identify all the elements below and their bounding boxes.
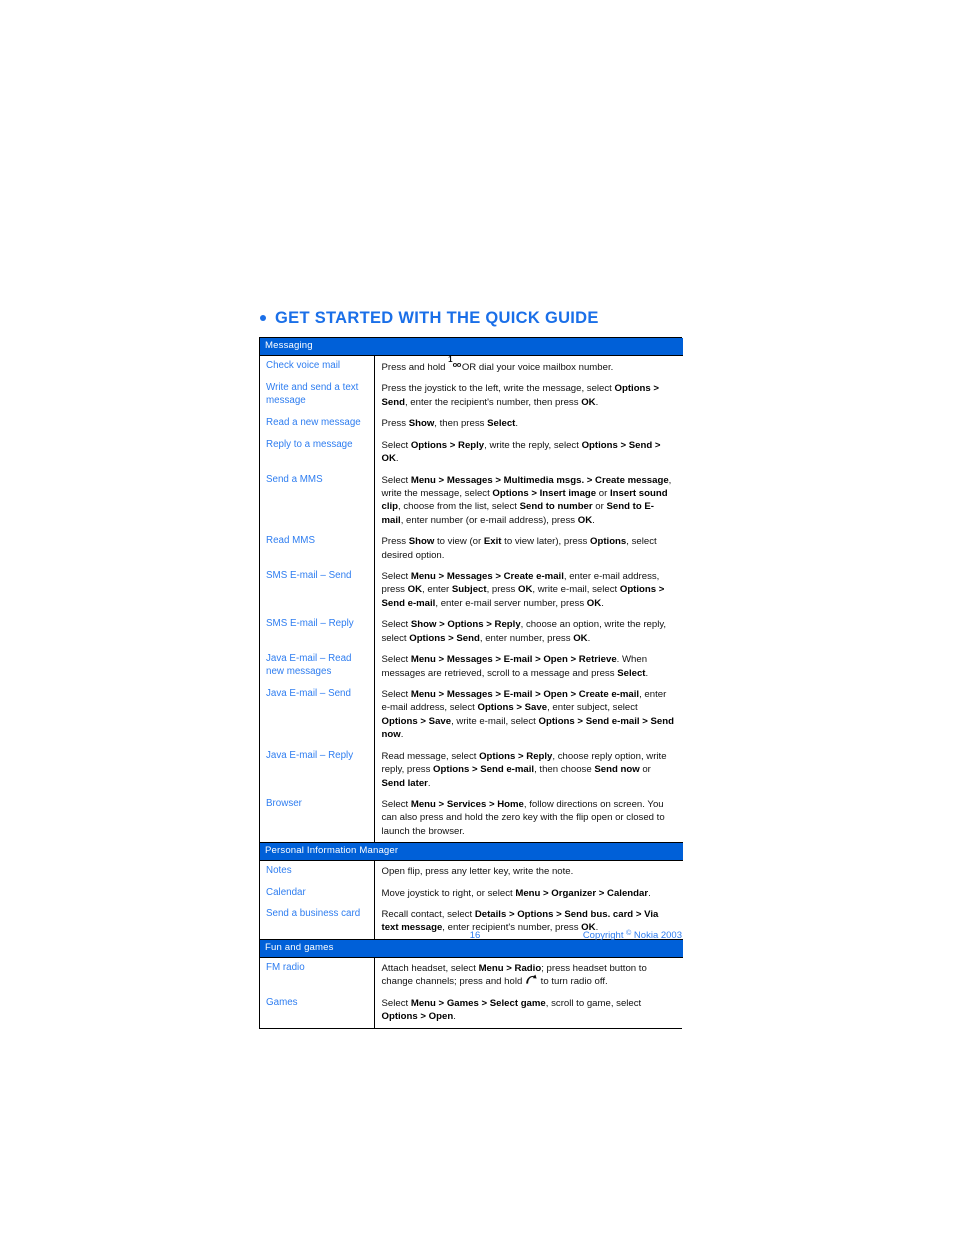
row-label: Notes (260, 860, 375, 883)
row-instruction: Select Menu > Messages > Multimedia msgs… (374, 469, 683, 532)
row-label: SMS E-mail – Send (260, 566, 375, 615)
row-label: Reply to a message (260, 434, 375, 470)
section-header-label: Personal Information Manager (260, 842, 683, 862)
row-instruction: Select Menu > Messages > Create e-mail, … (374, 566, 683, 615)
section-header-row: Messaging (260, 338, 683, 356)
table-row: Write and send a text message Press the j… (260, 378, 683, 414)
row-instruction: Select Menu > Messages > E-mail > Open >… (374, 684, 683, 746)
row-label: Java E-mail – Read new messages (260, 649, 375, 684)
row-instruction: Select Show > Options > Reply, choose an… (374, 614, 683, 650)
row-instruction: Press the joystick to the left, write th… (374, 378, 683, 414)
row-instruction: Select Menu > Messages > E-mail > Open >… (374, 649, 683, 684)
table-row: Reply to a message Select Options > Reply… (260, 434, 683, 470)
row-label: Games (260, 992, 375, 1028)
table-row: SMS E-mail – Reply Select Show > Options … (260, 614, 683, 650)
row-label: FM radio (260, 957, 375, 993)
row-instruction: Attach headset, select Menu > Radio; pre… (374, 957, 683, 993)
row-instruction: Select Options > Reply, write the reply,… (374, 434, 683, 470)
table-row: Browser Select Menu > Services > Home, fo… (260, 793, 683, 843)
table-row: Send a MMS Select Menu > Messages > Multi… (260, 469, 683, 532)
table-row: Java E-mail – Reply Read message, select … (260, 745, 683, 794)
row-label: Write and send a text message (260, 378, 375, 414)
row-label: Browser (260, 793, 375, 843)
row-instruction: Press Show to view (or Exit to view late… (374, 531, 683, 567)
row-label: Calendar (260, 882, 375, 905)
row-instruction: Select Menu > Services > Home, follow di… (374, 793, 683, 843)
table-row: Check voice mail Press and hold 1 oo OR di… (260, 354, 683, 379)
quick-guide-table: Messaging Check voice mail Press and hold … (259, 337, 683, 1029)
row-label: Send a MMS (260, 469, 375, 532)
table-row: Calendar Move joystick to right, or selec… (260, 882, 683, 905)
row-label: Check voice mail (260, 355, 375, 379)
footer-copyright-suffix: Nokia 2003 (631, 930, 682, 941)
section-header-row: Personal Information Manager (260, 842, 683, 862)
table-row: Games Select Menu > Games > Select game, … (260, 992, 683, 1028)
row-instruction: Press and hold 1 oo OR dial your voice ma… (374, 354, 683, 379)
document-page: GET STARTED WITH THE QUICK GUIDE Messagi… (0, 0, 954, 1235)
table-row: Read MMS Press Show to view (or Exit to v… (260, 531, 683, 567)
row-label: Java E-mail – Send (260, 684, 375, 746)
section-header-row: Fun and games (260, 938, 683, 958)
section-header-label: Messaging (260, 338, 683, 356)
footer-copyright-prefix: Copyright (582, 930, 627, 941)
bullet-icon (260, 315, 266, 321)
row-instruction: Open flip, press any letter key, write t… (374, 860, 683, 883)
table-row: Java E-mail – Read new messages Select Me… (260, 649, 683, 684)
row-label: Read a new message (260, 413, 375, 435)
table-row: Notes Open flip, press any letter key, wr… (260, 860, 683, 883)
table-row: Java E-mail – Send Select Menu > Messages… (260, 684, 683, 746)
section-header-label: Fun and games (260, 938, 683, 958)
page-title: GET STARTED WITH THE QUICK GUIDE (260, 309, 599, 328)
end-call-key-icon (525, 974, 538, 985)
voicemail-key-icon: 1 oo (448, 354, 461, 369)
row-label: Java E-mail – Reply (260, 745, 375, 794)
row-instruction: Select Menu > Games > Select game, scrol… (374, 992, 683, 1028)
row-label: SMS E-mail – Reply (260, 614, 375, 650)
row-label: Read MMS (260, 531, 375, 567)
row-instruction: Read message, select Options > Reply, ch… (374, 745, 683, 794)
table-row: SMS E-mail – Send Select Menu > Messages … (260, 566, 683, 615)
page-title-text: GET STARTED WITH THE QUICK GUIDE (275, 309, 599, 327)
table-row: FM radio Attach headset, select Menu > Ra… (260, 957, 683, 993)
row-instruction: Move joystick to right, or select Menu >… (374, 882, 683, 905)
row-label: Send a business card (260, 904, 375, 940)
row-instruction: Press Show, then press Select. (374, 413, 683, 435)
table-row: Read a new message Press Show, then press… (260, 413, 683, 435)
footer-copyright: Copyright © Nokia 2003 (455, 930, 682, 941)
